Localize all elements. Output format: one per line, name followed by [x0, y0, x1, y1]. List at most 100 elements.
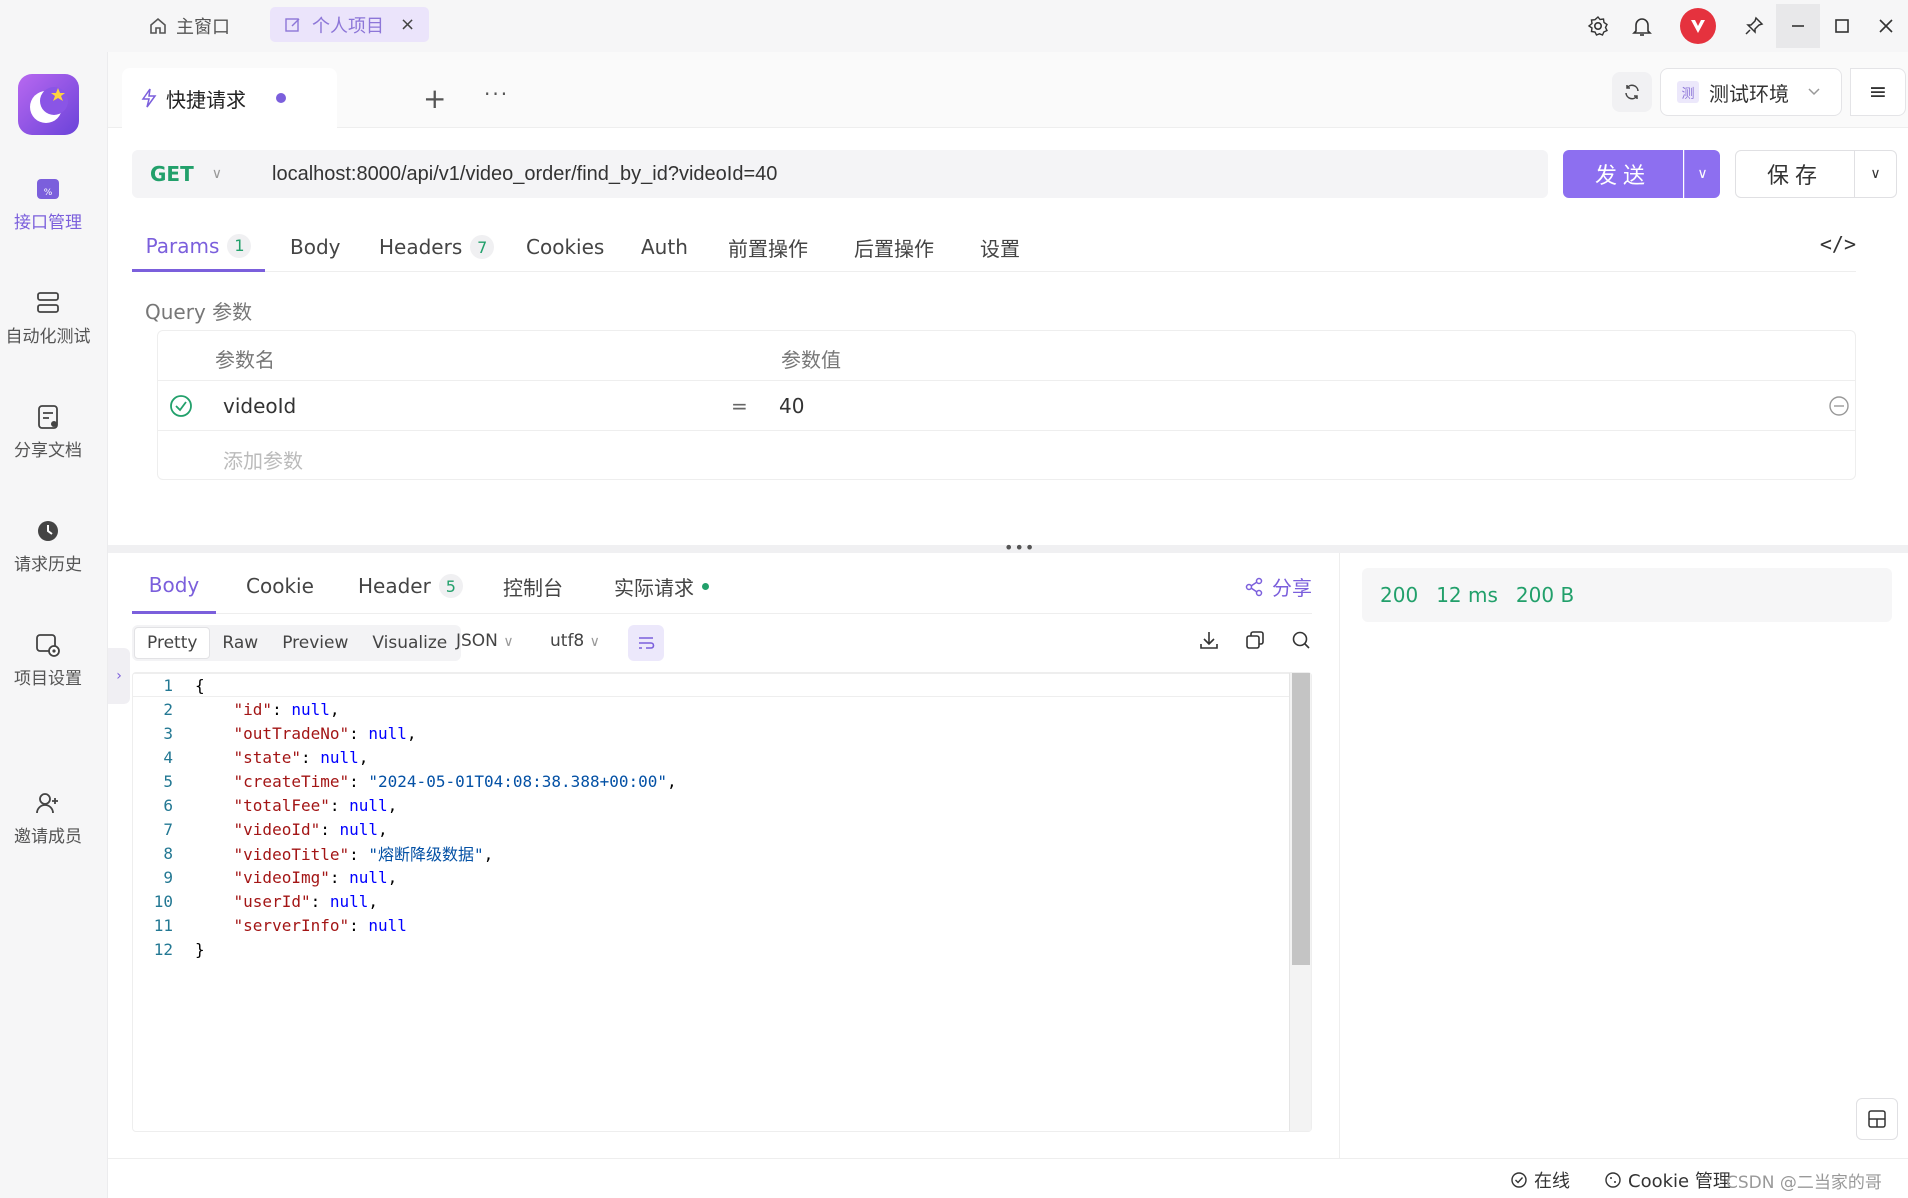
code-line: 8 "videoTitle": "熔断降级数据", [133, 841, 1291, 865]
request-tab[interactable]: 快捷请求 [122, 68, 337, 128]
layout-toggle-button[interactable] [1856, 1098, 1898, 1140]
scrollbar-thumb[interactable] [1292, 673, 1310, 965]
expand-tree-button[interactable]: › [108, 648, 130, 704]
status-code: 200 [1380, 583, 1419, 607]
tab-body[interactable]: Body [290, 222, 341, 272]
tab-auth[interactable]: Auth [641, 222, 688, 272]
resp-tab-cookie[interactable]: Cookie [246, 558, 314, 614]
drag-handle-icon[interactable]: ••• [1004, 538, 1035, 557]
tab-pre-ops[interactable]: 前置操作 [728, 222, 808, 272]
menu-icon[interactable]: ≡ [1850, 68, 1906, 116]
maximize-icon[interactable] [1820, 4, 1864, 48]
sidebar-item-history[interactable]: 请求历史 [0, 518, 96, 575]
status-dot [702, 582, 709, 590]
encoding-select[interactable]: utf8 ∨ [550, 631, 600, 651]
close-tab-icon[interactable]: × [400, 14, 415, 35]
project-settings-icon [36, 634, 60, 657]
search-icon[interactable] [1290, 629, 1312, 651]
sidebar: % 接口管理 自动化测试 分享文档 请求历史 项目设置 邀请成员 [0, 52, 108, 1198]
sidebar-item-invite[interactable]: 邀请成员 [0, 790, 96, 847]
chevron-down-icon: ∨ [503, 634, 514, 650]
title-bar: 主窗口 个人项目 × [0, 0, 1908, 52]
send-button[interactable]: 发送 [1563, 150, 1683, 198]
equals-sign: = [731, 394, 748, 418]
sidebar-item-label: 项目设置 [14, 669, 82, 689]
line-number: 11 [153, 915, 173, 935]
code-line: 2 "id": null, [133, 697, 1291, 721]
method-select[interactable]: GET ∨ [132, 162, 248, 186]
line-number: 3 [163, 723, 173, 743]
online-label: 在线 [1534, 1171, 1570, 1192]
code-icon[interactable]: </> [1820, 232, 1856, 256]
environment-select[interactable]: 测 测试环境 [1660, 68, 1842, 116]
param-name-cell[interactable]: videoId [223, 394, 296, 418]
refresh-button[interactable] [1612, 72, 1652, 112]
chevron-down-icon [1808, 88, 1820, 96]
format-toolbar: Pretty Raw Preview Visualize JSON ∨ utf8… [132, 625, 1312, 661]
sidebar-item-share-doc[interactable]: 分享文档 [0, 404, 96, 461]
line-number: 12 [153, 939, 173, 959]
tab-headers[interactable]: Headers 7 [379, 222, 495, 272]
language-select[interactable]: JSON ∨ [456, 631, 514, 651]
bell-icon[interactable] [1620, 4, 1664, 48]
remove-circle-icon[interactable] [1828, 395, 1850, 417]
code-text: "videoImg": null, [233, 867, 398, 887]
param-value-header: 参数值 [781, 348, 841, 372]
checkbox-checked-icon[interactable] [169, 394, 193, 418]
tab-post-ops[interactable]: 后置操作 [854, 222, 934, 272]
code-text: "serverInfo": null [233, 915, 407, 935]
environment-badge: 测 [1677, 81, 1699, 103]
line-number: 9 [163, 867, 173, 887]
table-row: videoId = 40 [158, 381, 1855, 431]
cookie-icon [1605, 1172, 1621, 1188]
url-bar: GET ∨ [132, 150, 1548, 198]
format-pretty[interactable]: Pretty [134, 627, 211, 659]
cookie-manager[interactable]: Cookie 管理 [1604, 1167, 1731, 1193]
tab-project-label: 个人项目 [312, 15, 384, 37]
line-number: 2 [163, 699, 173, 719]
minimize-icon[interactable] [1776, 4, 1820, 48]
copy-icon[interactable] [1244, 629, 1266, 651]
code-text: } [195, 939, 205, 959]
online-status[interactable]: 在线 [1510, 1167, 1570, 1193]
settings-icon[interactable] [1576, 4, 1620, 48]
format-preview[interactable]: Preview [270, 627, 360, 659]
url-input[interactable] [248, 150, 1548, 198]
send-dropdown-icon[interactable]: ∨ [1684, 150, 1720, 198]
tab-project[interactable]: 个人项目 × [270, 7, 430, 42]
tab-params[interactable]: Params 1 [132, 222, 265, 272]
code-text: "id": null, [233, 699, 340, 719]
add-tab-icon[interactable]: + [423, 82, 446, 115]
resp-tab-body[interactable]: Body [132, 558, 216, 614]
code-line: 5 "createTime": "2024-05-01T04:08:38.388… [133, 769, 1291, 793]
response-body-editor[interactable]: 1{2 "id": null, 3 "outTradeNo": null, 4 "s… [132, 672, 1312, 1132]
tab-cookies[interactable]: Cookies [526, 222, 604, 272]
sidebar-item-api[interactable]: % 接口管理 [0, 176, 96, 233]
add-param-placeholder[interactable]: 添加参数 [223, 445, 303, 474]
resp-tab-actual-request[interactable]: 实际请求 [614, 558, 709, 614]
layout-icon [1868, 1110, 1886, 1128]
resp-tab-header[interactable]: Header 5 [358, 558, 463, 614]
pin-icon[interactable] [1732, 4, 1776, 48]
save-button[interactable]: 保存 [1735, 150, 1855, 198]
sidebar-item-automation[interactable]: 自动化测试 [0, 290, 96, 347]
sidebar-item-project-settings[interactable]: 项目设置 [0, 632, 96, 689]
save-dropdown-icon[interactable]: ∨ [1855, 150, 1897, 198]
vertical-scrollbar[interactable] [1289, 673, 1311, 1131]
format-visualize[interactable]: Visualize [360, 627, 459, 659]
download-icon[interactable] [1198, 629, 1220, 651]
tab-home[interactable]: 主窗口 [148, 10, 230, 42]
tab-settings[interactable]: 设置 [980, 222, 1020, 272]
response-tabs: Body Cookie Header 5 控制台 实际请求 分享 [132, 558, 1312, 614]
resp-tab-console[interactable]: 控制台 [503, 558, 563, 614]
avatar[interactable] [1680, 8, 1716, 44]
line-number: 4 [163, 747, 173, 767]
param-value-cell[interactable]: 40 [779, 394, 804, 418]
refresh-icon [1625, 84, 1639, 100]
tab-label: 实际请求 [614, 575, 694, 600]
word-wrap-button[interactable] [628, 625, 664, 661]
close-window-icon[interactable] [1864, 4, 1908, 48]
more-icon[interactable]: ··· [484, 82, 509, 106]
format-raw[interactable]: Raw [210, 627, 270, 659]
share-button[interactable]: 分享 [1244, 572, 1312, 601]
